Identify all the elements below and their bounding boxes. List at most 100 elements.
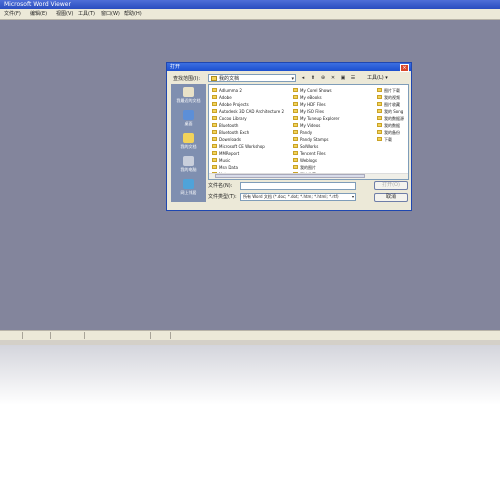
file-list-item[interactable]: My Videos xyxy=(293,122,320,129)
place-my-computer[interactable]: 我的电脑 xyxy=(171,155,206,177)
folder-icon xyxy=(212,123,217,127)
delete-icon[interactable]: ✕ xyxy=(329,74,337,82)
network-places-icon xyxy=(183,179,194,189)
folder-icon xyxy=(211,76,217,81)
file-name: 我的图片 xyxy=(300,165,316,170)
file-list-item[interactable]: 图片下载 xyxy=(377,87,400,94)
file-list[interactable]: Adlumma 2 Adobe Adobe Projects Autodesk 3D … xyxy=(208,84,409,180)
place-label: 桌面 xyxy=(184,121,193,126)
chevron-down-icon: ▾ xyxy=(351,194,354,199)
file-name: 我的数据 xyxy=(384,123,400,128)
up-folder-icon[interactable]: ⬆ xyxy=(309,74,317,82)
folder-icon xyxy=(212,88,217,92)
file-list-item[interactable]: 我的 Song xyxy=(377,108,403,115)
file-list-item[interactable]: Autodesk 3D CAD Architecture 2 xyxy=(212,108,284,115)
file-list-item[interactable]: Msn Data xyxy=(212,164,238,171)
window-reflection xyxy=(0,345,500,405)
menu-tools[interactable]: 工具(T) xyxy=(78,9,95,19)
place-label: 我的电脑 xyxy=(180,167,197,172)
views-icon[interactable]: ☰ xyxy=(349,74,357,82)
place-desktop[interactable]: 桌面 xyxy=(171,109,206,131)
file-name: Pandy xyxy=(300,130,313,135)
file-list-item[interactable]: Downloads xyxy=(212,136,241,143)
folder-icon xyxy=(212,137,217,141)
file-list-item[interactable]: MMReport xyxy=(212,150,239,157)
file-list-item[interactable]: Pandy Stamps xyxy=(293,136,328,143)
status-divider xyxy=(50,332,51,339)
folder-icon xyxy=(212,151,217,155)
file-list-item[interactable]: Cocoo Library xyxy=(212,115,247,122)
file-name: Adobe xyxy=(219,95,232,100)
file-name: 下载 xyxy=(384,137,392,142)
file-list-item[interactable]: 下载 xyxy=(377,136,392,143)
file-name: MMReport xyxy=(219,151,240,156)
file-name: 我的 Song xyxy=(384,109,404,114)
file-list-item[interactable]: Adlumma 2 xyxy=(212,87,242,94)
search-web-icon[interactable]: ⊕ xyxy=(319,74,327,82)
file-list-item[interactable]: Adobe xyxy=(212,94,232,101)
file-name: Microsoft CE Workshop xyxy=(219,144,265,149)
filename-label: 文件名(N): xyxy=(208,183,233,189)
file-list-item[interactable]: My HDF Files xyxy=(293,101,326,108)
menu-window[interactable]: 窗口(W) xyxy=(101,9,120,19)
file-list-item[interactable]: Weblogs xyxy=(293,157,317,164)
file-list-item[interactable]: My Corel Shows xyxy=(293,87,332,94)
file-list-item[interactable]: 图片收藏 xyxy=(377,101,400,108)
menu-view[interactable]: 视图(V) xyxy=(56,9,73,19)
app-title: Microsoft Word Viewer xyxy=(4,1,71,8)
folder-icon xyxy=(377,123,382,127)
cancel-button[interactable]: 取消 xyxy=(374,193,408,202)
file-list-item[interactable]: Music xyxy=(212,157,230,164)
file-list-item[interactable]: Bluetooth Exch xyxy=(212,129,249,136)
file-list-item[interactable]: 我的图片 xyxy=(293,164,316,171)
file-list-item[interactable]: 我的视频 xyxy=(377,94,400,101)
file-list-item[interactable]: Pandy xyxy=(293,129,312,136)
menu-edit[interactable]: 编辑(E) xyxy=(30,9,47,19)
file-list-item[interactable]: 我的数据 xyxy=(377,122,400,129)
filetype-value: 所有 Word 文档 (*.doc; *.dot; *.htm; *.html;… xyxy=(243,194,339,199)
folder-icon xyxy=(293,130,298,134)
folder-icon xyxy=(212,95,217,99)
open-dialog: 打开 × 查找范围(I): 我的文档 ▾ ◂ ⬆ ⊕ ✕ ▣ ☰ 工具(L) ▾… xyxy=(166,62,412,211)
scrollbar-thumb[interactable] xyxy=(215,174,365,178)
lookin-select[interactable]: 我的文档 ▾ xyxy=(208,74,296,82)
place-my-documents[interactable]: 我的文档 xyxy=(171,132,206,154)
file-list-item[interactable]: Tencent Files xyxy=(293,150,326,157)
file-list-item[interactable]: Adobe Projects xyxy=(212,101,249,108)
folder-icon xyxy=(377,130,382,134)
folder-icon xyxy=(212,158,217,162)
menu-file[interactable]: 文件(F) xyxy=(4,9,21,19)
file-name: My Corel Shows xyxy=(300,88,332,93)
open-button[interactable]: 打开(O) xyxy=(374,181,408,190)
place-recent[interactable]: 我最近的文档 xyxy=(171,86,206,108)
statusbar xyxy=(0,330,500,340)
filetype-select[interactable]: 所有 Word 文档 (*.doc; *.dot; *.htm; *.html;… xyxy=(240,193,356,201)
place-network[interactable]: 网上邻居 xyxy=(171,178,206,200)
file-name: Bluetooth xyxy=(219,123,239,128)
folder-icon xyxy=(377,137,382,141)
recent-documents-icon xyxy=(183,87,194,97)
file-list-item[interactable]: 我的数据源 xyxy=(377,115,404,122)
horizontal-scrollbar[interactable] xyxy=(209,173,408,179)
file-list-item[interactable]: SolWorks xyxy=(293,143,318,150)
file-name: Autodesk 3D CAD Architecture 2 xyxy=(219,109,285,114)
file-name: Adobe Projects xyxy=(219,102,249,107)
folder-icon xyxy=(377,95,382,99)
menu-help[interactable]: 帮助(H) xyxy=(124,9,142,19)
file-list-item[interactable]: Microsoft CE Workshop xyxy=(212,143,265,150)
filename-input[interactable] xyxy=(240,182,356,190)
file-list-item[interactable]: 我的备份 xyxy=(377,129,400,136)
close-icon[interactable]: × xyxy=(400,64,409,72)
new-folder-icon[interactable]: ▣ xyxy=(339,74,347,82)
file-list-item[interactable]: My ISO Files xyxy=(293,108,324,115)
file-list-item[interactable]: My eBooks xyxy=(293,94,322,101)
file-name: Music xyxy=(219,158,231,163)
file-name: Adlumma 2 xyxy=(219,88,242,93)
folder-icon xyxy=(212,165,217,169)
dialog-titlebar: 打开 × xyxy=(167,63,411,72)
file-name: Pandy Stamps xyxy=(300,137,329,142)
file-list-item[interactable]: Bluetooth xyxy=(212,122,238,129)
tools-menu[interactable]: 工具(L) ▾ xyxy=(367,74,388,82)
back-icon[interactable]: ◂ xyxy=(299,74,307,82)
file-list-item[interactable]: My Tuneup Explorer xyxy=(293,115,339,122)
